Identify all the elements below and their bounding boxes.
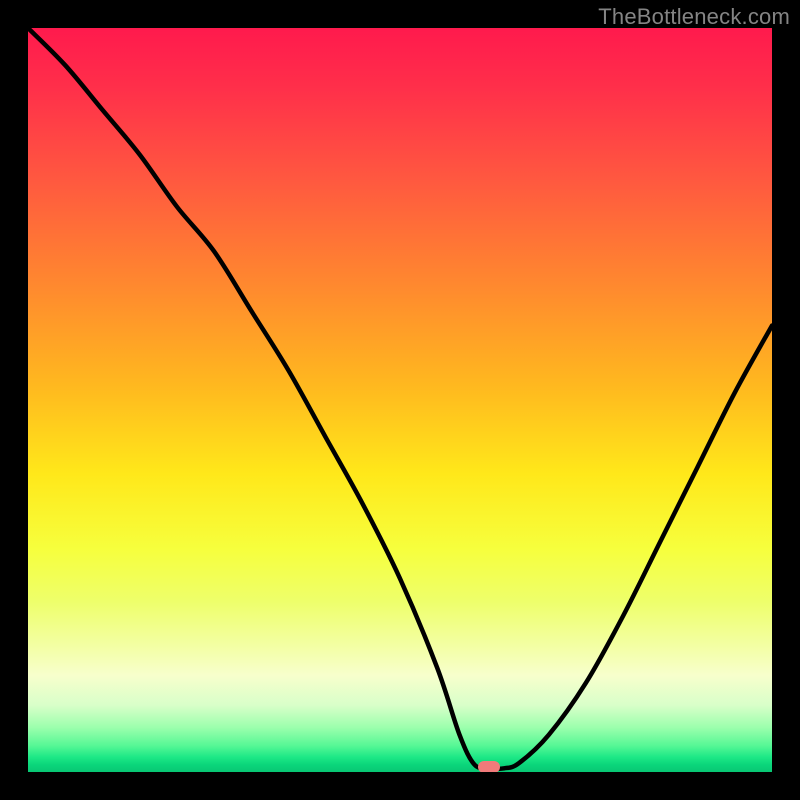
chart-stage: TheBottleneck.com — [0, 0, 800, 800]
watermark-text: TheBottleneck.com — [598, 4, 790, 30]
optimum-marker — [478, 761, 500, 773]
curve-path — [28, 28, 772, 769]
plot-area — [0, 0, 800, 800]
bottleneck-curve — [28, 28, 772, 772]
